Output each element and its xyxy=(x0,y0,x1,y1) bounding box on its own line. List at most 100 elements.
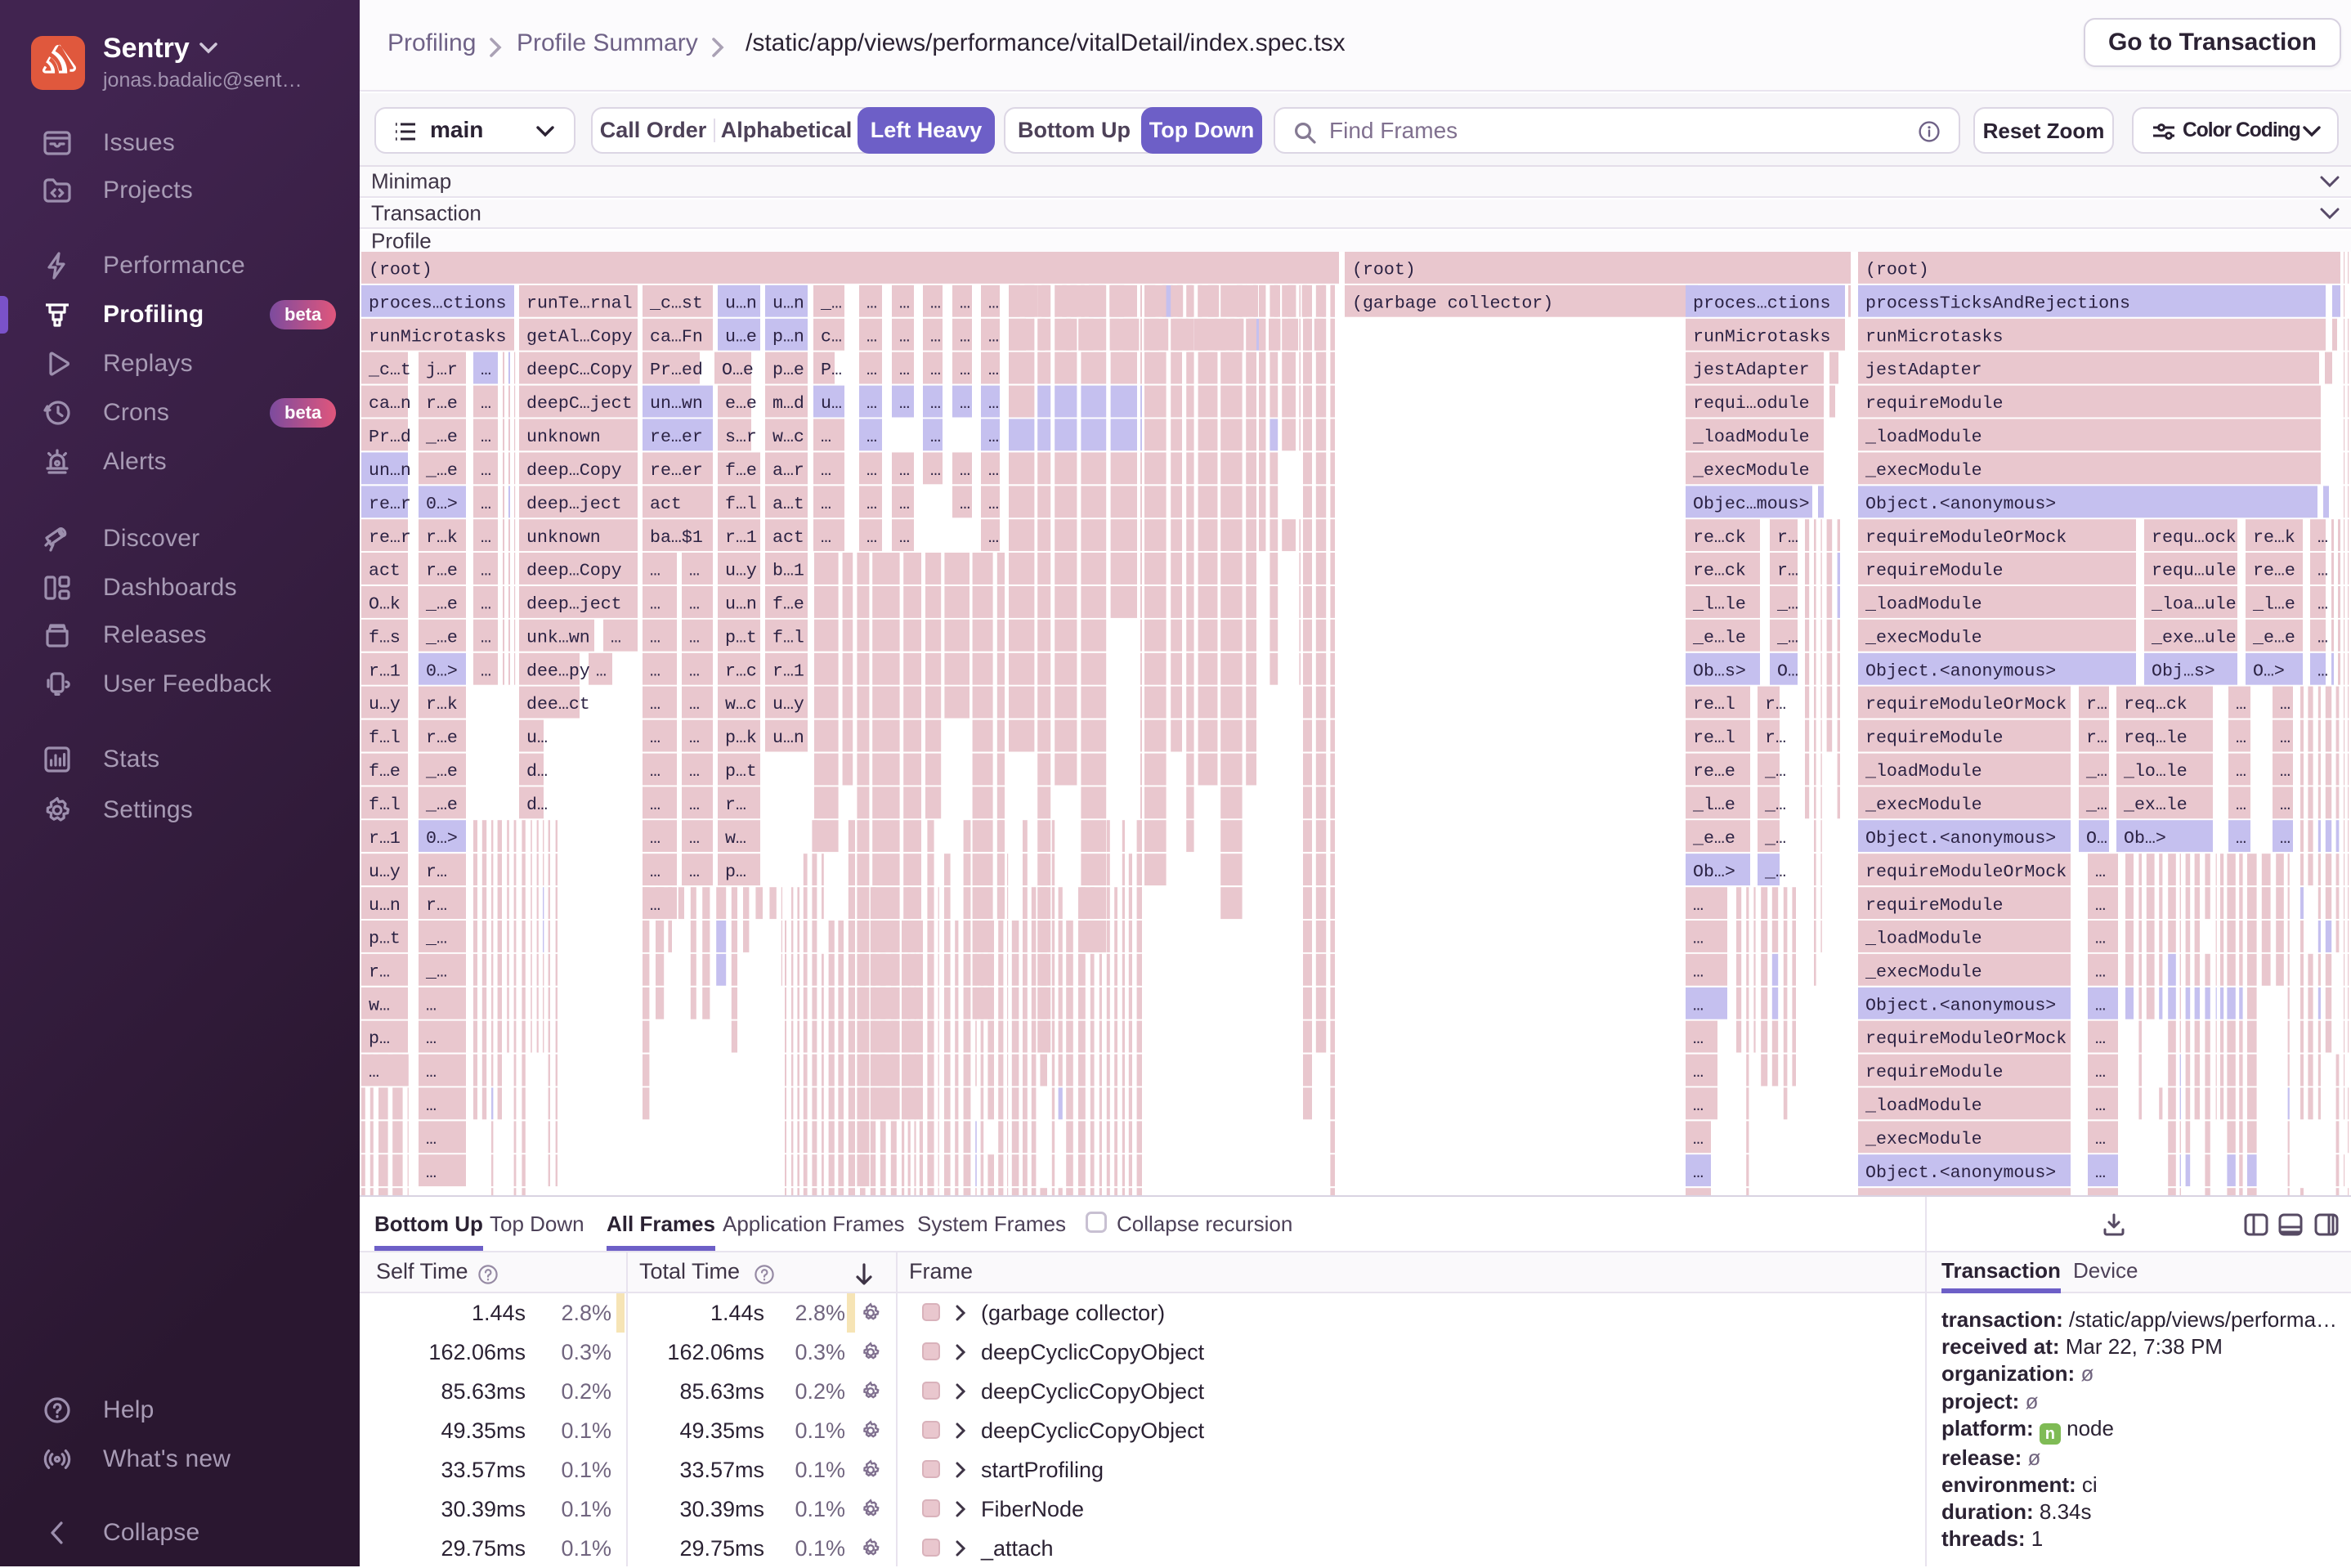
svg-text:…: … xyxy=(650,695,661,715)
svg-text:…: … xyxy=(2236,762,2246,782)
svg-text:_execModule: _execModule xyxy=(1865,795,1982,815)
svg-text:…: … xyxy=(426,996,437,1015)
svg-text:…: … xyxy=(960,495,970,514)
svg-text:…: … xyxy=(481,495,491,514)
svg-text:…: … xyxy=(650,829,661,849)
svg-text:…: … xyxy=(2317,562,2328,581)
svg-text:requireModuleOrMock: requireModuleOrMock xyxy=(1865,695,2067,715)
svg-text:act: act xyxy=(772,528,804,548)
svg-text:proces…ctions: proces…ctions xyxy=(1693,293,1830,313)
svg-text:…: … xyxy=(650,595,661,615)
svg-text:_loadModule: _loadModule xyxy=(1865,595,1982,615)
svg-text:(root): (root) xyxy=(1865,261,1929,280)
svg-text:…: … xyxy=(930,461,941,481)
svg-text:…: … xyxy=(867,327,877,347)
svg-text:…: … xyxy=(960,361,970,380)
svg-text:…: … xyxy=(481,361,491,380)
svg-text:O…: O… xyxy=(2086,829,2107,849)
svg-text:_e…e: _e…e xyxy=(1692,829,1735,849)
svg-text:…: … xyxy=(481,461,491,481)
svg-text:requireModule: requireModule xyxy=(1865,562,2003,581)
svg-text:_…: _… xyxy=(1764,829,1786,849)
svg-text:un…n: un…n xyxy=(369,461,411,481)
svg-text:…: … xyxy=(2280,728,2291,748)
svg-text:f…l: f…l xyxy=(369,795,401,815)
svg-text:f…l: f…l xyxy=(369,728,401,748)
svg-text:r…: r… xyxy=(1777,528,1798,548)
svg-text:_…: _… xyxy=(1764,795,1786,815)
svg-text:u…: u… xyxy=(821,394,842,414)
svg-text:deep…Copy: deep…Copy xyxy=(526,562,622,581)
svg-text:…: … xyxy=(650,562,661,581)
svg-text:_l…e: _l…e xyxy=(1692,795,1735,815)
svg-text:P…: P… xyxy=(821,361,842,380)
svg-text:…: … xyxy=(1693,1063,1704,1082)
svg-text:…: … xyxy=(689,862,700,882)
svg-text:…: … xyxy=(1693,962,1704,982)
svg-text:_execModule: _execModule xyxy=(1865,461,1982,481)
svg-text:…: … xyxy=(650,896,661,916)
svg-text:w…c: w…c xyxy=(725,695,757,715)
svg-text:requireModuleOrMock: requireModuleOrMock xyxy=(1865,528,2067,548)
svg-text:requi…odule: requi…odule xyxy=(1693,394,1810,414)
svg-text:…: … xyxy=(2317,528,2328,548)
svg-text:_…: _… xyxy=(2085,762,2107,782)
svg-text:…: … xyxy=(1693,1130,1704,1149)
svg-text:Object.<anonymous>: Object.<anonymous> xyxy=(1865,661,2056,681)
svg-text:r…e: r…e xyxy=(426,394,458,414)
svg-text:f…e: f…e xyxy=(369,762,401,782)
svg-text:r…1: r…1 xyxy=(369,829,401,849)
svg-text:r…e: r…e xyxy=(426,562,458,581)
svg-text:_…: _… xyxy=(820,293,842,313)
svg-text:0…>: 0…> xyxy=(426,495,458,514)
svg-text:r…: r… xyxy=(2086,728,2107,748)
svg-text:…: … xyxy=(481,595,491,615)
svg-text:_…: _… xyxy=(425,962,447,982)
svg-text:deep…Copy: deep…Copy xyxy=(526,461,622,481)
svg-text:p…k: p…k xyxy=(725,728,757,748)
svg-text:requireModule: requireModule xyxy=(1865,896,2003,916)
svg-text:a…r: a…r xyxy=(772,461,804,481)
svg-text:_lo…le: _lo…le xyxy=(2123,762,2188,782)
svg-text:_ex…le: _ex…le xyxy=(2123,795,2188,815)
svg-text:…: … xyxy=(930,293,941,313)
svg-text:Object.<anonymous>: Object.<anonymous> xyxy=(1865,996,2056,1015)
svg-text:r…k: r…k xyxy=(426,695,458,715)
svg-text:r…: r… xyxy=(1765,728,1786,748)
svg-text:…: … xyxy=(988,495,999,514)
svg-text:…: … xyxy=(1693,1096,1704,1116)
svg-text:…: … xyxy=(426,1163,437,1183)
svg-text:requireModule: requireModule xyxy=(1865,1063,2003,1082)
svg-text:…: … xyxy=(689,628,700,647)
svg-text:…: … xyxy=(988,394,999,414)
svg-text:…: … xyxy=(2095,896,2106,916)
svg-text:f…e: f…e xyxy=(772,595,804,615)
svg-text:re…l: re…l xyxy=(1693,695,1735,715)
svg-text:O…e: O…e xyxy=(722,361,754,380)
svg-text:_…: _… xyxy=(2085,795,2107,815)
svg-text:0…>: 0…> xyxy=(426,661,458,681)
svg-text:…: … xyxy=(988,293,999,313)
svg-text:_…: _… xyxy=(1764,862,1786,882)
svg-text:deep…ject: deep…ject xyxy=(526,595,622,615)
svg-text:…: … xyxy=(988,428,999,447)
svg-text:…: … xyxy=(867,495,877,514)
svg-text:Object.<anonymous>: Object.<anonymous> xyxy=(1865,1163,2056,1183)
svg-text:…: … xyxy=(2280,829,2291,849)
svg-text:dee…py: dee…py xyxy=(526,661,590,681)
svg-text:ba…$1: ba…$1 xyxy=(650,528,703,548)
svg-text:…: … xyxy=(481,528,491,548)
svg-text:(root): (root) xyxy=(1352,261,1416,280)
svg-text:p…e: p…e xyxy=(772,361,804,380)
svg-text:…: … xyxy=(2095,962,2106,982)
svg-text:f…e: f…e xyxy=(725,461,757,481)
svg-text:_e…e: _e…e xyxy=(2252,628,2295,647)
svg-text:act: act xyxy=(369,562,401,581)
svg-text:…: … xyxy=(899,293,910,313)
svg-text:j…r: j…r xyxy=(426,361,458,380)
svg-text:re…er: re…er xyxy=(650,461,703,481)
svg-text:act: act xyxy=(650,495,682,514)
svg-text:_exe…ule: _exe…ule xyxy=(2151,628,2237,647)
svg-text:…: … xyxy=(988,528,999,548)
svg-text:u…: u… xyxy=(526,728,548,748)
